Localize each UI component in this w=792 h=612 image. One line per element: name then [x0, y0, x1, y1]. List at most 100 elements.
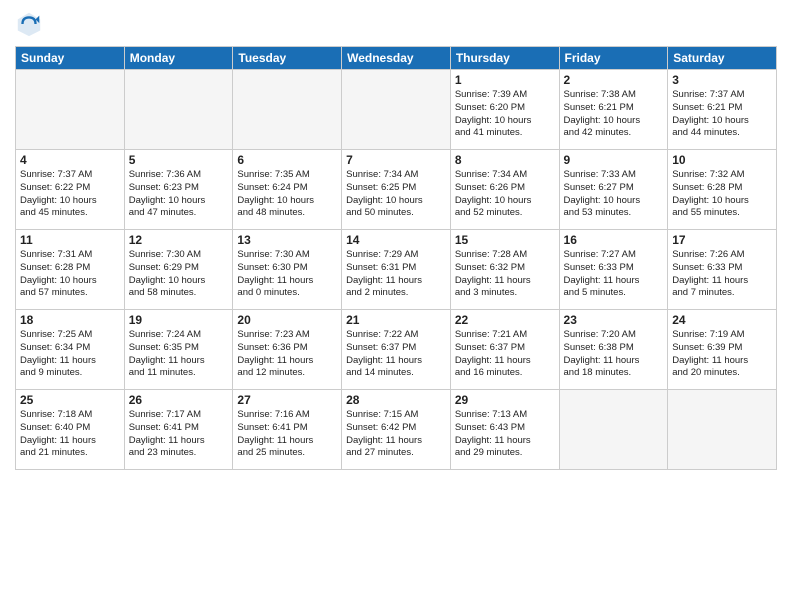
day-info: Sunrise: 7:22 AM Sunset: 6:37 PM Dayligh…: [346, 329, 446, 380]
day-info: Sunrise: 7:29 AM Sunset: 6:31 PM Dayligh…: [346, 249, 446, 300]
calendar-day-cell: 2 Sunrise: 7:38 AM Sunset: 6:21 PM Daylig…: [559, 70, 668, 150]
calendar-week-row: 18Sunrise: 7:25 AM Sunset: 6:34 PM Dayli…: [16, 310, 777, 390]
day-number: 2: [564, 73, 664, 87]
day-info: Sunrise: 7:35 AM Sunset: 6:24 PM Dayligh…: [237, 169, 337, 220]
calendar-day-cell: [668, 390, 777, 470]
day-info: Sunrise: 7:38 AM Sunset: 6:21 PM Dayligh…: [564, 89, 664, 140]
calendar-day-cell: [342, 70, 451, 150]
logo-icon: [15, 10, 43, 38]
calendar-day-cell: 13 Sunrise: 7:30 AM Sunset: 6:30 PM Dayli…: [233, 230, 342, 310]
day-info: Sunrise: 7:39 AM Sunset: 6:20 PM Dayligh…: [455, 89, 555, 140]
day-info: Sunrise: 7:28 AM Sunset: 6:32 PM Dayligh…: [455, 249, 555, 300]
day-info: Sunrise: 7:36 AM Sunset: 6:23 PM Dayligh…: [129, 169, 229, 220]
day-info: Sunrise: 7:23 AM Sunset: 6:36 PM Dayligh…: [237, 329, 337, 380]
calendar-day-header: Wednesday: [342, 47, 451, 70]
day-info: Sunrise: 7:25 AM Sunset: 6:34 PM Dayligh…: [20, 329, 120, 380]
calendar-day-cell: [16, 70, 125, 150]
day-number: 5: [129, 153, 229, 167]
calendar-day-cell: [233, 70, 342, 150]
calendar-day-cell: 21 Sunrise: 7:22 AM Sunset: 6:37 PM Dayli…: [342, 310, 451, 390]
calendar-day-cell: 10Sunrise: 7:32 AM Sunset: 6:28 PM Dayli…: [668, 150, 777, 230]
calendar-day-cell: 23 Sunrise: 7:20 AM Sunset: 6:38 PM Dayli…: [559, 310, 668, 390]
calendar-week-row: 4Sunrise: 7:37 AM Sunset: 6:22 PM Daylig…: [16, 150, 777, 230]
calendar-day-cell: 3 Sunrise: 7:37 AM Sunset: 6:21 PM Daylig…: [668, 70, 777, 150]
day-info: Sunrise: 7:33 AM Sunset: 6:27 PM Dayligh…: [564, 169, 664, 220]
calendar-day-cell: 20 Sunrise: 7:23 AM Sunset: 6:36 PM Dayli…: [233, 310, 342, 390]
calendar-day-cell: 7Sunrise: 7:34 AM Sunset: 6:25 PM Daylig…: [342, 150, 451, 230]
calendar-day-header: Tuesday: [233, 47, 342, 70]
calendar-day-cell: 26Sunrise: 7:17 AM Sunset: 6:41 PM Dayli…: [124, 390, 233, 470]
calendar-day-cell: 5 Sunrise: 7:36 AM Sunset: 6:23 PM Daylig…: [124, 150, 233, 230]
day-number: 6: [237, 153, 337, 167]
calendar-day-cell: 15 Sunrise: 7:28 AM Sunset: 6:32 PM Dayli…: [450, 230, 559, 310]
calendar-day-header: Thursday: [450, 47, 559, 70]
calendar-day-cell: 9 Sunrise: 7:33 AM Sunset: 6:27 PM Daylig…: [559, 150, 668, 230]
day-number: 13: [237, 233, 337, 247]
day-number: 27: [237, 393, 337, 407]
day-number: 17: [672, 233, 772, 247]
calendar-day-cell: 17 Sunrise: 7:26 AM Sunset: 6:33 PM Dayli…: [668, 230, 777, 310]
day-info: Sunrise: 7:13 AM Sunset: 6:43 PM Dayligh…: [455, 409, 555, 460]
calendar-day-cell: 19 Sunrise: 7:24 AM Sunset: 6:35 PM Dayli…: [124, 310, 233, 390]
day-number: 23: [564, 313, 664, 327]
day-number: 19: [129, 313, 229, 327]
day-number: 10: [672, 153, 772, 167]
day-number: 16: [564, 233, 664, 247]
day-number: 28: [346, 393, 446, 407]
day-number: 8: [455, 153, 555, 167]
calendar-day-cell: 8 Sunrise: 7:34 AM Sunset: 6:26 PM Daylig…: [450, 150, 559, 230]
day-info: Sunrise: 7:26 AM Sunset: 6:33 PM Dayligh…: [672, 249, 772, 300]
header: [15, 10, 777, 38]
page: SundayMondayTuesdayWednesdayThursdayFrid…: [0, 0, 792, 480]
calendar-day-cell: [559, 390, 668, 470]
calendar-day-cell: 6 Sunrise: 7:35 AM Sunset: 6:24 PM Daylig…: [233, 150, 342, 230]
calendar-day-cell: 27 Sunrise: 7:16 AM Sunset: 6:41 PM Dayli…: [233, 390, 342, 470]
day-number: 9: [564, 153, 664, 167]
day-number: 26: [129, 393, 229, 407]
day-info: Sunrise: 7:37 AM Sunset: 6:22 PM Dayligh…: [20, 169, 120, 220]
calendar-day-header: Sunday: [16, 47, 125, 70]
calendar-week-row: 11 Sunrise: 7:31 AM Sunset: 6:28 PM Dayli…: [16, 230, 777, 310]
calendar-week-row: 25 Sunrise: 7:18 AM Sunset: 6:40 PM Dayli…: [16, 390, 777, 470]
calendar-day-cell: 18Sunrise: 7:25 AM Sunset: 6:34 PM Dayli…: [16, 310, 125, 390]
day-info: Sunrise: 7:24 AM Sunset: 6:35 PM Dayligh…: [129, 329, 229, 380]
calendar-header-row: SundayMondayTuesdayWednesdayThursdayFrid…: [16, 47, 777, 70]
day-number: 29: [455, 393, 555, 407]
calendar-day-cell: 29 Sunrise: 7:13 AM Sunset: 6:43 PM Dayli…: [450, 390, 559, 470]
calendar-day-header: Saturday: [668, 47, 777, 70]
calendar-day-header: Friday: [559, 47, 668, 70]
day-number: 22: [455, 313, 555, 327]
day-number: 20: [237, 313, 337, 327]
day-number: 11: [20, 233, 120, 247]
day-info: Sunrise: 7:16 AM Sunset: 6:41 PM Dayligh…: [237, 409, 337, 460]
day-number: 24: [672, 313, 772, 327]
day-number: 12: [129, 233, 229, 247]
day-info: Sunrise: 7:20 AM Sunset: 6:38 PM Dayligh…: [564, 329, 664, 380]
day-info: Sunrise: 7:21 AM Sunset: 6:37 PM Dayligh…: [455, 329, 555, 380]
day-number: 21: [346, 313, 446, 327]
day-number: 14: [346, 233, 446, 247]
day-info: Sunrise: 7:34 AM Sunset: 6:26 PM Dayligh…: [455, 169, 555, 220]
day-number: 25: [20, 393, 120, 407]
calendar-day-cell: 22 Sunrise: 7:21 AM Sunset: 6:37 PM Dayli…: [450, 310, 559, 390]
day-info: Sunrise: 7:18 AM Sunset: 6:40 PM Dayligh…: [20, 409, 120, 460]
calendar-day-header: Monday: [124, 47, 233, 70]
day-number: 1: [455, 73, 555, 87]
day-number: 15: [455, 233, 555, 247]
calendar-week-row: 1 Sunrise: 7:39 AM Sunset: 6:20 PM Daylig…: [16, 70, 777, 150]
calendar-day-cell: 28 Sunrise: 7:15 AM Sunset: 6:42 PM Dayli…: [342, 390, 451, 470]
day-info: Sunrise: 7:31 AM Sunset: 6:28 PM Dayligh…: [20, 249, 120, 300]
calendar-day-cell: 4Sunrise: 7:37 AM Sunset: 6:22 PM Daylig…: [16, 150, 125, 230]
day-number: 3: [672, 73, 772, 87]
day-info: Sunrise: 7:30 AM Sunset: 6:30 PM Dayligh…: [237, 249, 337, 300]
day-info: Sunrise: 7:37 AM Sunset: 6:21 PM Dayligh…: [672, 89, 772, 140]
calendar-day-cell: 1 Sunrise: 7:39 AM Sunset: 6:20 PM Daylig…: [450, 70, 559, 150]
calendar-day-cell: 25 Sunrise: 7:18 AM Sunset: 6:40 PM Dayli…: [16, 390, 125, 470]
day-number: 7: [346, 153, 446, 167]
logo: [15, 10, 47, 38]
calendar-day-cell: [124, 70, 233, 150]
day-info: Sunrise: 7:19 AM Sunset: 6:39 PM Dayligh…: [672, 329, 772, 380]
day-info: Sunrise: 7:15 AM Sunset: 6:42 PM Dayligh…: [346, 409, 446, 460]
calendar-table: SundayMondayTuesdayWednesdayThursdayFrid…: [15, 46, 777, 470]
calendar-day-cell: 11 Sunrise: 7:31 AM Sunset: 6:28 PM Dayli…: [16, 230, 125, 310]
